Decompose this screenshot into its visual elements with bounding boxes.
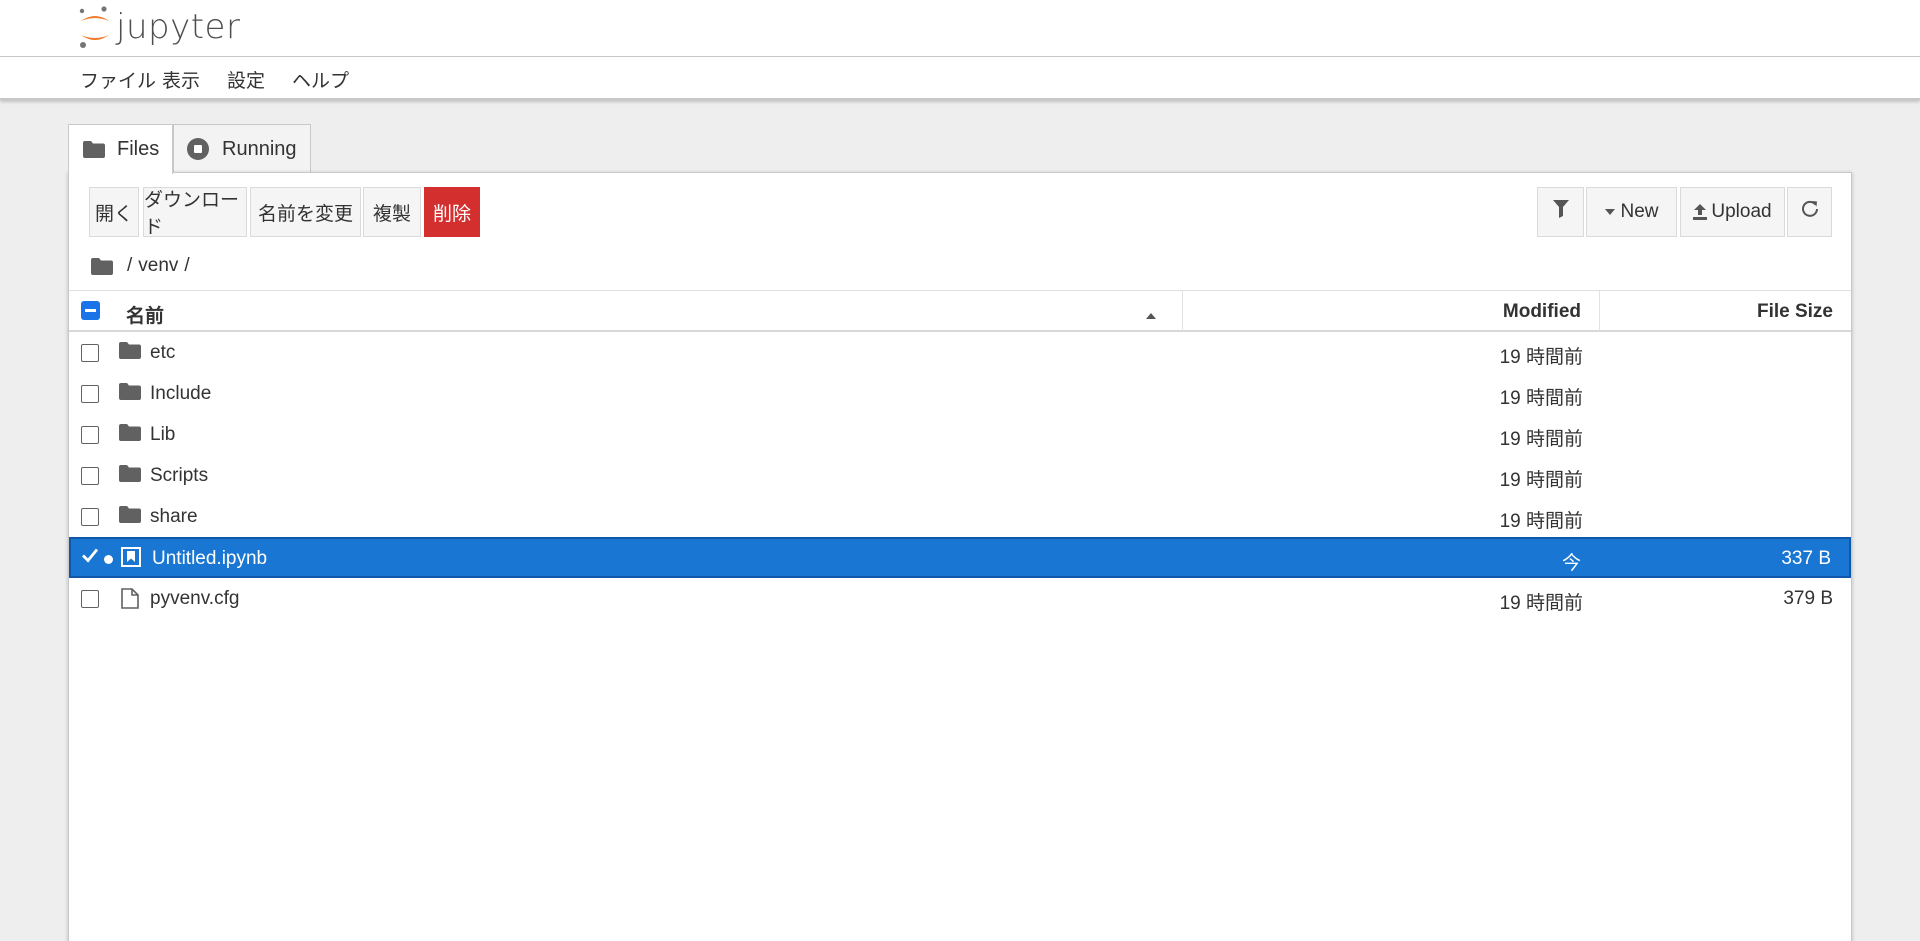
folder-icon (119, 506, 141, 523)
filter-icon (1552, 200, 1569, 224)
file-name[interactable]: Lib (150, 424, 175, 446)
column-divider[interactable] (1182, 291, 1183, 331)
row-checkbox[interactable] (81, 385, 99, 403)
top-bar: jupyter (0, 0, 1920, 57)
file-name[interactable]: Scripts (150, 465, 208, 487)
app-name: jupyter (116, 7, 241, 47)
rename-button[interactable]: 名前を変更 (250, 187, 361, 237)
tab-files[interactable]: Files (68, 124, 173, 174)
folder-icon (119, 424, 141, 441)
column-size-header[interactable]: File Size (1757, 301, 1833, 323)
stop-circle-icon (186, 137, 210, 161)
file-icon (121, 588, 139, 609)
menu-settings[interactable]: 設定 (227, 66, 265, 93)
file-row-lib[interactable]: Lib 19 時間前 (69, 415, 1851, 456)
jupyter-logo-icon (78, 5, 112, 49)
running-indicator-icon (104, 555, 113, 564)
folder-icon (119, 465, 141, 482)
filter-button[interactable] (1537, 187, 1584, 237)
folder-icon (119, 383, 141, 400)
file-row-include[interactable]: Include 19 時間前 (69, 374, 1851, 415)
caret-down-icon (1604, 208, 1616, 216)
file-list-header: 名前 Modified File Size (69, 290, 1851, 332)
file-row-scripts[interactable]: Scripts 19 時間前 (69, 456, 1851, 497)
breadcrumb-separator: / (184, 255, 190, 276)
row-checkbox[interactable] (81, 590, 99, 608)
file-name[interactable]: Untitled.ipynb (152, 548, 267, 570)
row-checkbox[interactable] (81, 426, 99, 444)
new-button-label: New (1620, 201, 1659, 222)
duplicate-button[interactable]: 複製 (363, 187, 421, 237)
file-modified: 19 時間前 (1499, 347, 1583, 368)
breadcrumb-separator: / (127, 255, 133, 276)
row-checkbox[interactable] (81, 467, 99, 485)
file-row-share[interactable]: share 19 時間前 (69, 497, 1851, 538)
row-checkbox[interactable] (81, 344, 99, 362)
row-checkbox[interactable] (81, 508, 99, 526)
file-row-untitled-ipynb[interactable]: Untitled.ipynb 今 337 B (69, 537, 1851, 578)
sort-ascending-icon (1145, 307, 1157, 325)
notebook-icon (121, 547, 141, 567)
menu-bar: ファイル 表示 設定 ヘルプ (0, 57, 1920, 100)
file-modified: 今 (1561, 553, 1581, 574)
home-folder-icon[interactable] (91, 257, 113, 275)
menu-view[interactable]: 表示 (162, 66, 200, 93)
column-name-header[interactable]: 名前 (126, 301, 164, 328)
column-divider[interactable] (1599, 291, 1600, 331)
delete-button[interactable]: 削除 (424, 187, 480, 237)
file-modified: 19 時間前 (1499, 511, 1583, 532)
open-button[interactable]: 開く (89, 187, 139, 237)
file-browser-panel: 開く ダウンロード 名前を変更 複製 削除 New Upload / venv … (68, 172, 1852, 941)
refresh-icon (1801, 200, 1819, 224)
download-button[interactable]: ダウンロード (143, 187, 247, 238)
folder-icon (83, 141, 105, 158)
upload-icon (1693, 204, 1708, 220)
file-modified: 19 時間前 (1499, 593, 1583, 614)
file-name[interactable]: share (150, 506, 198, 528)
menu-file[interactable]: ファイル (80, 66, 156, 93)
new-button[interactable]: New (1586, 187, 1677, 237)
folder-icon (119, 342, 141, 359)
file-size: 379 B (1783, 588, 1833, 609)
tab-running[interactable]: Running (173, 124, 311, 173)
file-name[interactable]: Include (150, 383, 211, 405)
breadcrumb: / venv / (91, 253, 196, 279)
checkmark-icon[interactable] (81, 546, 99, 569)
menu-help[interactable]: ヘルプ (292, 66, 349, 93)
upload-button[interactable]: Upload (1680, 187, 1785, 237)
file-row-pyvenv-cfg[interactable]: pyvenv.cfg 19 時間前 379 B (69, 579, 1851, 620)
file-name[interactable]: pyvenv.cfg (150, 588, 239, 610)
file-modified: 19 時間前 (1499, 470, 1583, 491)
file-size: 337 B (1781, 548, 1831, 569)
select-all-checkbox[interactable] (81, 301, 100, 320)
tab-files-label: Files (117, 138, 160, 160)
file-modified: 19 時間前 (1499, 429, 1583, 450)
tab-running-label: Running (222, 137, 297, 160)
file-modified: 19 時間前 (1499, 388, 1583, 409)
refresh-button[interactable] (1787, 187, 1832, 237)
jupyter-logo[interactable]: jupyter (78, 5, 240, 49)
column-modified-header[interactable]: Modified (1503, 301, 1581, 323)
upload-button-label: Upload (1711, 201, 1772, 222)
file-name[interactable]: etc (150, 342, 175, 364)
breadcrumb-venv[interactable]: venv (138, 255, 178, 277)
file-row-etc[interactable]: etc 19 時間前 (69, 333, 1851, 374)
